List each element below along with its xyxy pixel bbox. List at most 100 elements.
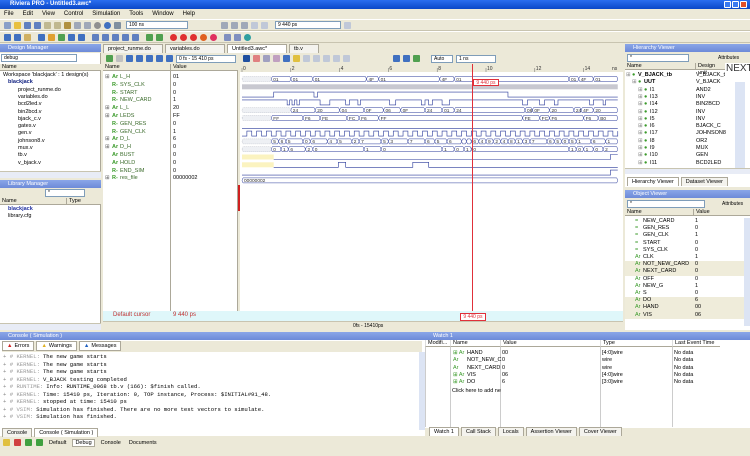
hierarchy-scrollbar[interactable] [735, 82, 745, 172]
profiler-icon[interactable] [224, 33, 231, 41]
breakpoint-disable-icon[interactable] [210, 33, 217, 41]
expand-icon[interactable]: ⊞ [105, 136, 110, 144]
replace-icon[interactable] [132, 33, 139, 41]
console-filter-warnings[interactable]: ▲ Warnings [36, 341, 77, 351]
console-filter-messages[interactable]: ▲ Messages [78, 341, 122, 351]
copy-icon[interactable] [54, 21, 61, 29]
signal-name[interactable]: L_L [120, 105, 129, 113]
run-for-icon[interactable] [114, 21, 121, 29]
paste-icon[interactable] [64, 21, 71, 29]
open-folder-icon[interactable] [14, 21, 21, 29]
zoom-out-icon[interactable] [146, 55, 153, 62]
object-name[interactable]: VIS [643, 312, 652, 320]
document-tab[interactable]: Untitled3.awc* [227, 44, 287, 53]
signal-name[interactable]: START [120, 90, 138, 98]
hierarchy-expand-icon[interactable]: ⊞ [632, 79, 637, 87]
object-scrollbar[interactable] [744, 218, 750, 326]
console-icon[interactable] [24, 33, 31, 41]
menu-help[interactable]: Help [183, 9, 195, 19]
zoom-select[interactable]: Auto [431, 54, 453, 63]
signal-name[interactable]: LEDS [120, 113, 134, 121]
cursor-icon[interactable] [243, 55, 250, 62]
spin-icon[interactable] [344, 21, 351, 29]
step-over-icon[interactable] [231, 21, 238, 29]
configuration-select[interactable]: debug [1, 54, 77, 62]
maximize-button[interactable] [732, 1, 739, 8]
signal-name[interactable]: D_L [120, 136, 130, 144]
time-readout-field[interactable]: 9 440 ps [275, 21, 341, 29]
signal-name[interactable]: BUST [120, 152, 135, 160]
menu-simulation[interactable]: Simulation [92, 9, 120, 19]
watch-tab[interactable]: Watch 1 [429, 427, 459, 436]
watch-tab[interactable]: Cover Viewer [578, 427, 622, 436]
object-filter-input[interactable]: * [627, 200, 705, 208]
design-icon[interactable] [4, 33, 11, 41]
snap-icon[interactable] [333, 55, 340, 62]
watch-name[interactable]: DO [467, 379, 475, 387]
marker-icon[interactable] [253, 55, 260, 62]
library-icon[interactable] [14, 33, 21, 41]
stretch-icon[interactable] [413, 55, 420, 62]
signal-name[interactable]: L_H [120, 74, 130, 82]
menu-view[interactable]: View [42, 9, 55, 19]
waveform-status-bar[interactable]: 0fs - 15410ps [103, 321, 623, 329]
watch-icon[interactable] [58, 33, 65, 41]
new-icon[interactable] [3, 439, 10, 446]
dock-icon[interactable] [36, 439, 43, 446]
step-icon[interactable] [221, 21, 228, 29]
zoom-fit-icon[interactable] [156, 55, 163, 62]
break-icon[interactable] [251, 21, 258, 29]
hierarchy-tab[interactable]: Dataset Viewer [680, 177, 728, 186]
waveform-area[interactable]: 0 2 4 6 8 10 12 14 ns 01 01 01 4F 01 4F 01 01 4F 01 24 20 04… [240, 64, 623, 311]
save-all-icon[interactable] [34, 21, 41, 29]
breakpoint-list-icon[interactable] [200, 33, 207, 41]
edit-icon[interactable] [112, 33, 119, 41]
hierarchy-icon[interactable] [38, 33, 45, 41]
document-tab[interactable]: tb.v [289, 44, 319, 53]
add-signal-icon[interactable] [106, 55, 113, 62]
new-file-icon[interactable] [4, 21, 11, 29]
watch-col-header[interactable]: Last Event Time [672, 340, 720, 347]
document-tab[interactable]: variables.do [165, 44, 225, 53]
find-icon[interactable] [122, 33, 129, 41]
restart-icon[interactable] [104, 21, 111, 29]
menu-window[interactable]: Window [152, 9, 173, 19]
continue-icon[interactable] [261, 21, 268, 29]
hierarchy-filter-input[interactable]: * [627, 54, 689, 62]
expand-icon[interactable]: ⊞ [105, 105, 110, 113]
delete-marker-icon[interactable] [273, 55, 280, 62]
cursor-label-top[interactable]: 9 440 ps [473, 79, 499, 86]
sort-icon[interactable] [126, 55, 133, 62]
signal-name[interactable]: GEN_CLK [120, 129, 146, 137]
watch-add-row[interactable]: Click here to add ne [452, 388, 501, 396]
signal-name[interactable]: HOLD [120, 160, 135, 168]
signal-name[interactable]: SYS_CLK [120, 82, 145, 90]
design-manager-scrollbar[interactable] [0, 171, 101, 178]
cut-icon[interactable] [44, 21, 51, 29]
close-button[interactable] [740, 1, 747, 8]
stop-icon[interactable] [241, 21, 248, 29]
layout-tab[interactable]: Documents [127, 440, 159, 446]
callstack-icon[interactable] [78, 33, 85, 41]
signal-name[interactable]: END_SIM [120, 168, 144, 176]
expand-icon[interactable]: ⊞ [105, 144, 110, 152]
compile-icon[interactable] [92, 33, 99, 41]
expand-icon[interactable]: ⊞ [105, 74, 110, 82]
float-icon[interactable] [25, 439, 32, 446]
watch-col-header[interactable]: Modifi... [425, 340, 450, 347]
breakpoint-icon[interactable] [170, 33, 177, 41]
layout-tab[interactable]: Debug [72, 438, 95, 447]
save-icon[interactable] [24, 21, 31, 29]
console-tab[interactable]: Console ( Simulation ) [34, 428, 99, 437]
sim-init-icon[interactable] [146, 33, 153, 41]
menu-control[interactable]: Control [64, 9, 83, 19]
breakpoint-toggle-icon[interactable] [180, 33, 187, 41]
zoom-range-icon[interactable] [166, 55, 173, 62]
time-step-field[interactable]: 100 ns [126, 21, 188, 29]
console-filter-errors[interactable]: ▲ Errors [2, 341, 35, 351]
watch-col-header[interactable]: Value [500, 340, 600, 347]
time-range-field[interactable]: 0 fs - 15 410 ps [176, 54, 236, 63]
library-item[interactable]: library.cfg [8, 213, 31, 221]
console-tab[interactable]: Console [2, 428, 33, 437]
time-ruler[interactable]: 0 2 4 6 8 10 12 14 ns [240, 64, 623, 72]
